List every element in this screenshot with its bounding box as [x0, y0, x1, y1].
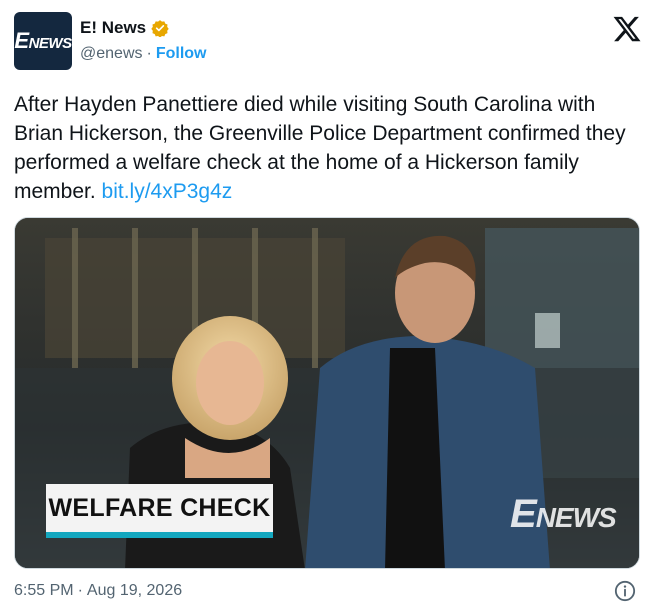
follow-button[interactable]: Follow	[156, 45, 207, 63]
separator-dot: ·	[146, 45, 152, 62]
timestamp-separator: ·	[77, 582, 83, 599]
handle-row: @enews · Follow	[80, 45, 206, 63]
tweet-text: After Hayden Panettiere died while visit…	[14, 90, 646, 206]
tweet-timestamp[interactable]: 6:55 PM · Aug 19, 2026	[14, 582, 182, 600]
info-icon[interactable]	[614, 580, 636, 602]
x-logo-icon[interactable]	[612, 14, 642, 44]
tweet-time: 6:55 PM	[14, 582, 74, 599]
enews-logo: ENEWS	[14, 28, 72, 53]
verified-badge-icon	[151, 20, 169, 37]
tweet-link[interactable]: bit.ly/4xP3g4z	[102, 180, 233, 203]
display-name[interactable]: E! News	[80, 18, 146, 38]
enews-watermark: ENEWS	[510, 492, 617, 536]
tweet-card: ENEWS E! News @enews · Follow After Hayd…	[0, 0, 660, 610]
tweet-photo[interactable]: WELFARE CHECK ENEWS	[14, 217, 640, 569]
tweet-date: Aug 19, 2026	[86, 582, 183, 599]
handle[interactable]: @enews	[80, 45, 143, 63]
author-name-row: E! News	[80, 18, 169, 38]
welfare-check-label: WELFARE CHECK	[46, 484, 273, 538]
avatar[interactable]: ENEWS	[14, 12, 72, 70]
